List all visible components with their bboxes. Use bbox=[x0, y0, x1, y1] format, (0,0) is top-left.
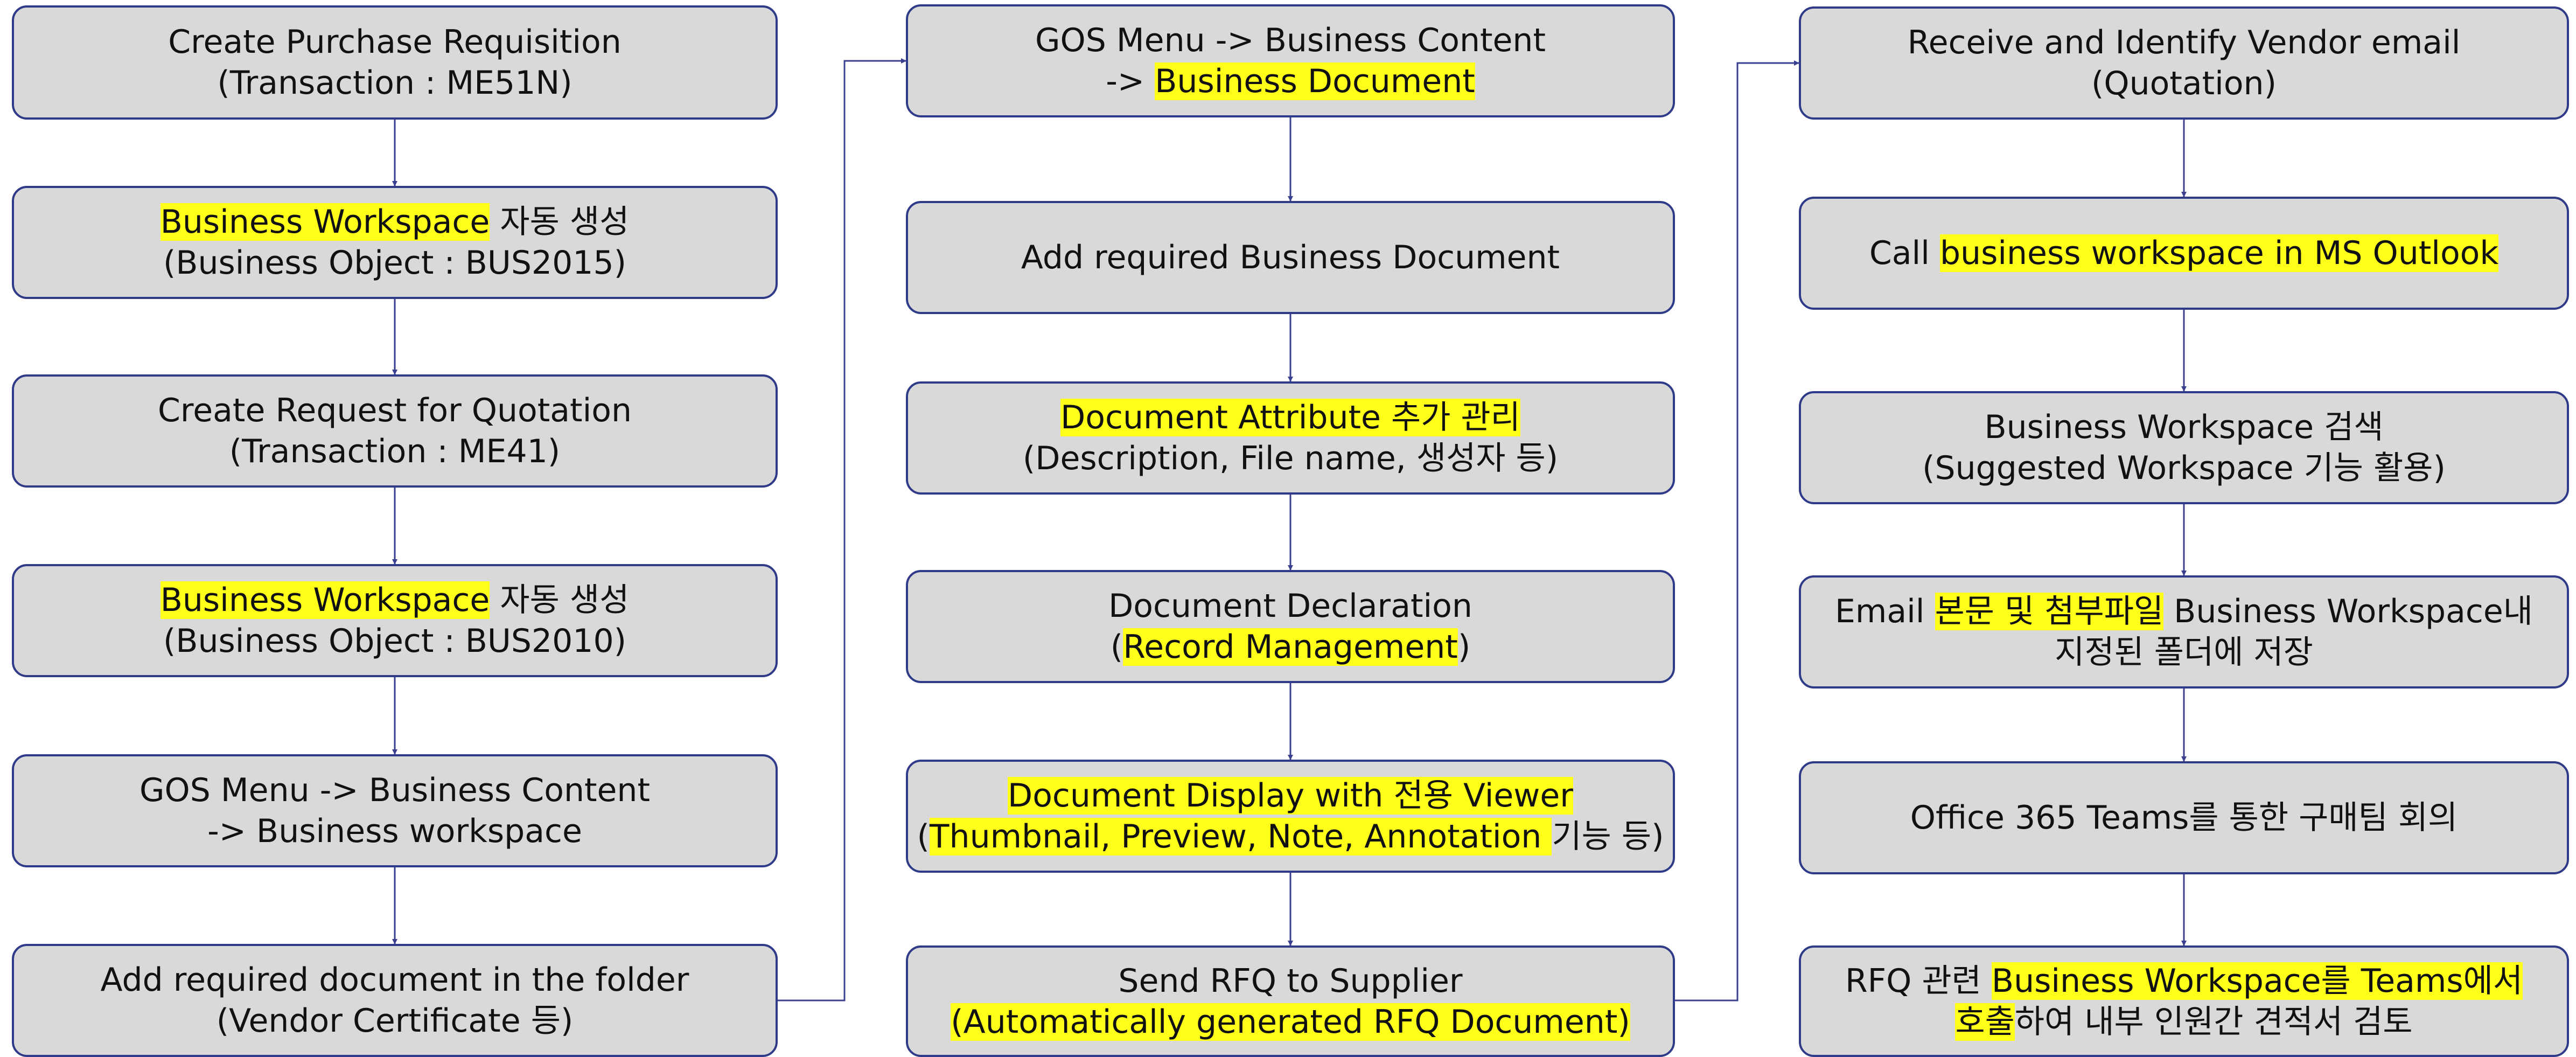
connectors bbox=[392, 58, 2187, 1002]
column-link-arrow-1 bbox=[778, 58, 906, 1002]
flow-diagram: Create Purchase Requisition (Transaction … bbox=[0, 0, 2576, 1057]
column-link-arrow-2 bbox=[1675, 60, 1799, 1002]
